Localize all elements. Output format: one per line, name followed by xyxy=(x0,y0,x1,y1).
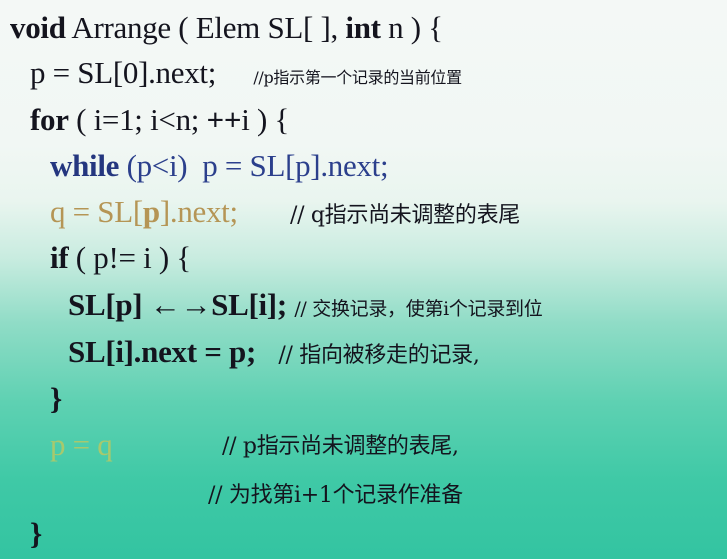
code-line-close-for: } xyxy=(30,518,42,549)
code-comment: //p指示第一个记录的当前位置 xyxy=(253,68,462,87)
code-text: SL[p] ←→SL[i]; xyxy=(68,287,287,322)
code-line-func-signature: void Arrange ( Elem SL[ ], int n ) { xyxy=(10,12,443,43)
code-line-link-next: SL[i].next = p; // 指向被移走的记录, xyxy=(68,336,480,367)
code-text: (p<i) p = SL[p].next; xyxy=(119,148,389,183)
code-text: ( i=1; i<n; xyxy=(68,102,207,137)
code-text: ].next; xyxy=(159,194,238,229)
code-line-while-loop: while (p<i) p = SL[p].next; xyxy=(50,148,389,183)
code-text: SL[i].next = p; xyxy=(68,334,256,369)
code-text: i ) { xyxy=(241,102,290,137)
code-text: q = SL[ xyxy=(50,194,143,229)
code-text: n ) { xyxy=(380,10,443,45)
code-text: ( p!= i ) { xyxy=(68,240,191,275)
code-comment: // 交换记录，使第i个记录到位 xyxy=(294,298,543,320)
keyword-int: int xyxy=(345,10,381,45)
code-comment: // 为找第i+1个记录作准备 xyxy=(208,483,463,508)
code-slide: void Arrange ( Elem SL[ ], int n ) { p =… xyxy=(0,0,727,559)
code-line-init-p: p = SL[0].next; //p指示第一个记录的当前位置 xyxy=(30,57,462,88)
code-text: } xyxy=(30,516,42,551)
code-comment-assign-p: // p指示尚未调整的表尾, xyxy=(222,427,459,458)
code-line-swap: SL[p] ←→SL[i]; // 交换记录，使第i个记录到位 xyxy=(68,287,543,322)
code-text-bold: p xyxy=(142,194,160,229)
code-line-if-stmt: if ( p!= i ) { xyxy=(50,242,191,273)
operator-increment: ++ xyxy=(206,102,242,137)
code-line-assign-q: q = SL[p].next; // q指示尚未调整的表尾 xyxy=(50,196,520,227)
code-comment: // p指示尚未调整的表尾, xyxy=(222,434,459,459)
keyword-while: while xyxy=(50,148,120,183)
code-text: Arrange ( Elem SL[ ], xyxy=(65,10,346,45)
code-line-close-if: } xyxy=(50,383,62,414)
code-line-assign-p: p = q xyxy=(50,427,113,462)
code-comment: // q指示尚未调整的表尾 xyxy=(289,203,520,228)
keyword-void: void xyxy=(10,10,66,45)
code-text-faded: p = q xyxy=(50,427,113,462)
keyword-for: for xyxy=(30,102,69,137)
code-text: } xyxy=(50,381,62,416)
keyword-if: if xyxy=(50,240,69,275)
code-line-prep-comment: // 为找第i+1个记录作准备 xyxy=(208,476,463,507)
code-comment: // 指向被移走的记录, xyxy=(278,343,480,368)
code-text: p = SL[0].next; xyxy=(30,55,217,90)
code-line-for-loop: for ( i=1; i<n; ++i ) { xyxy=(30,104,289,135)
